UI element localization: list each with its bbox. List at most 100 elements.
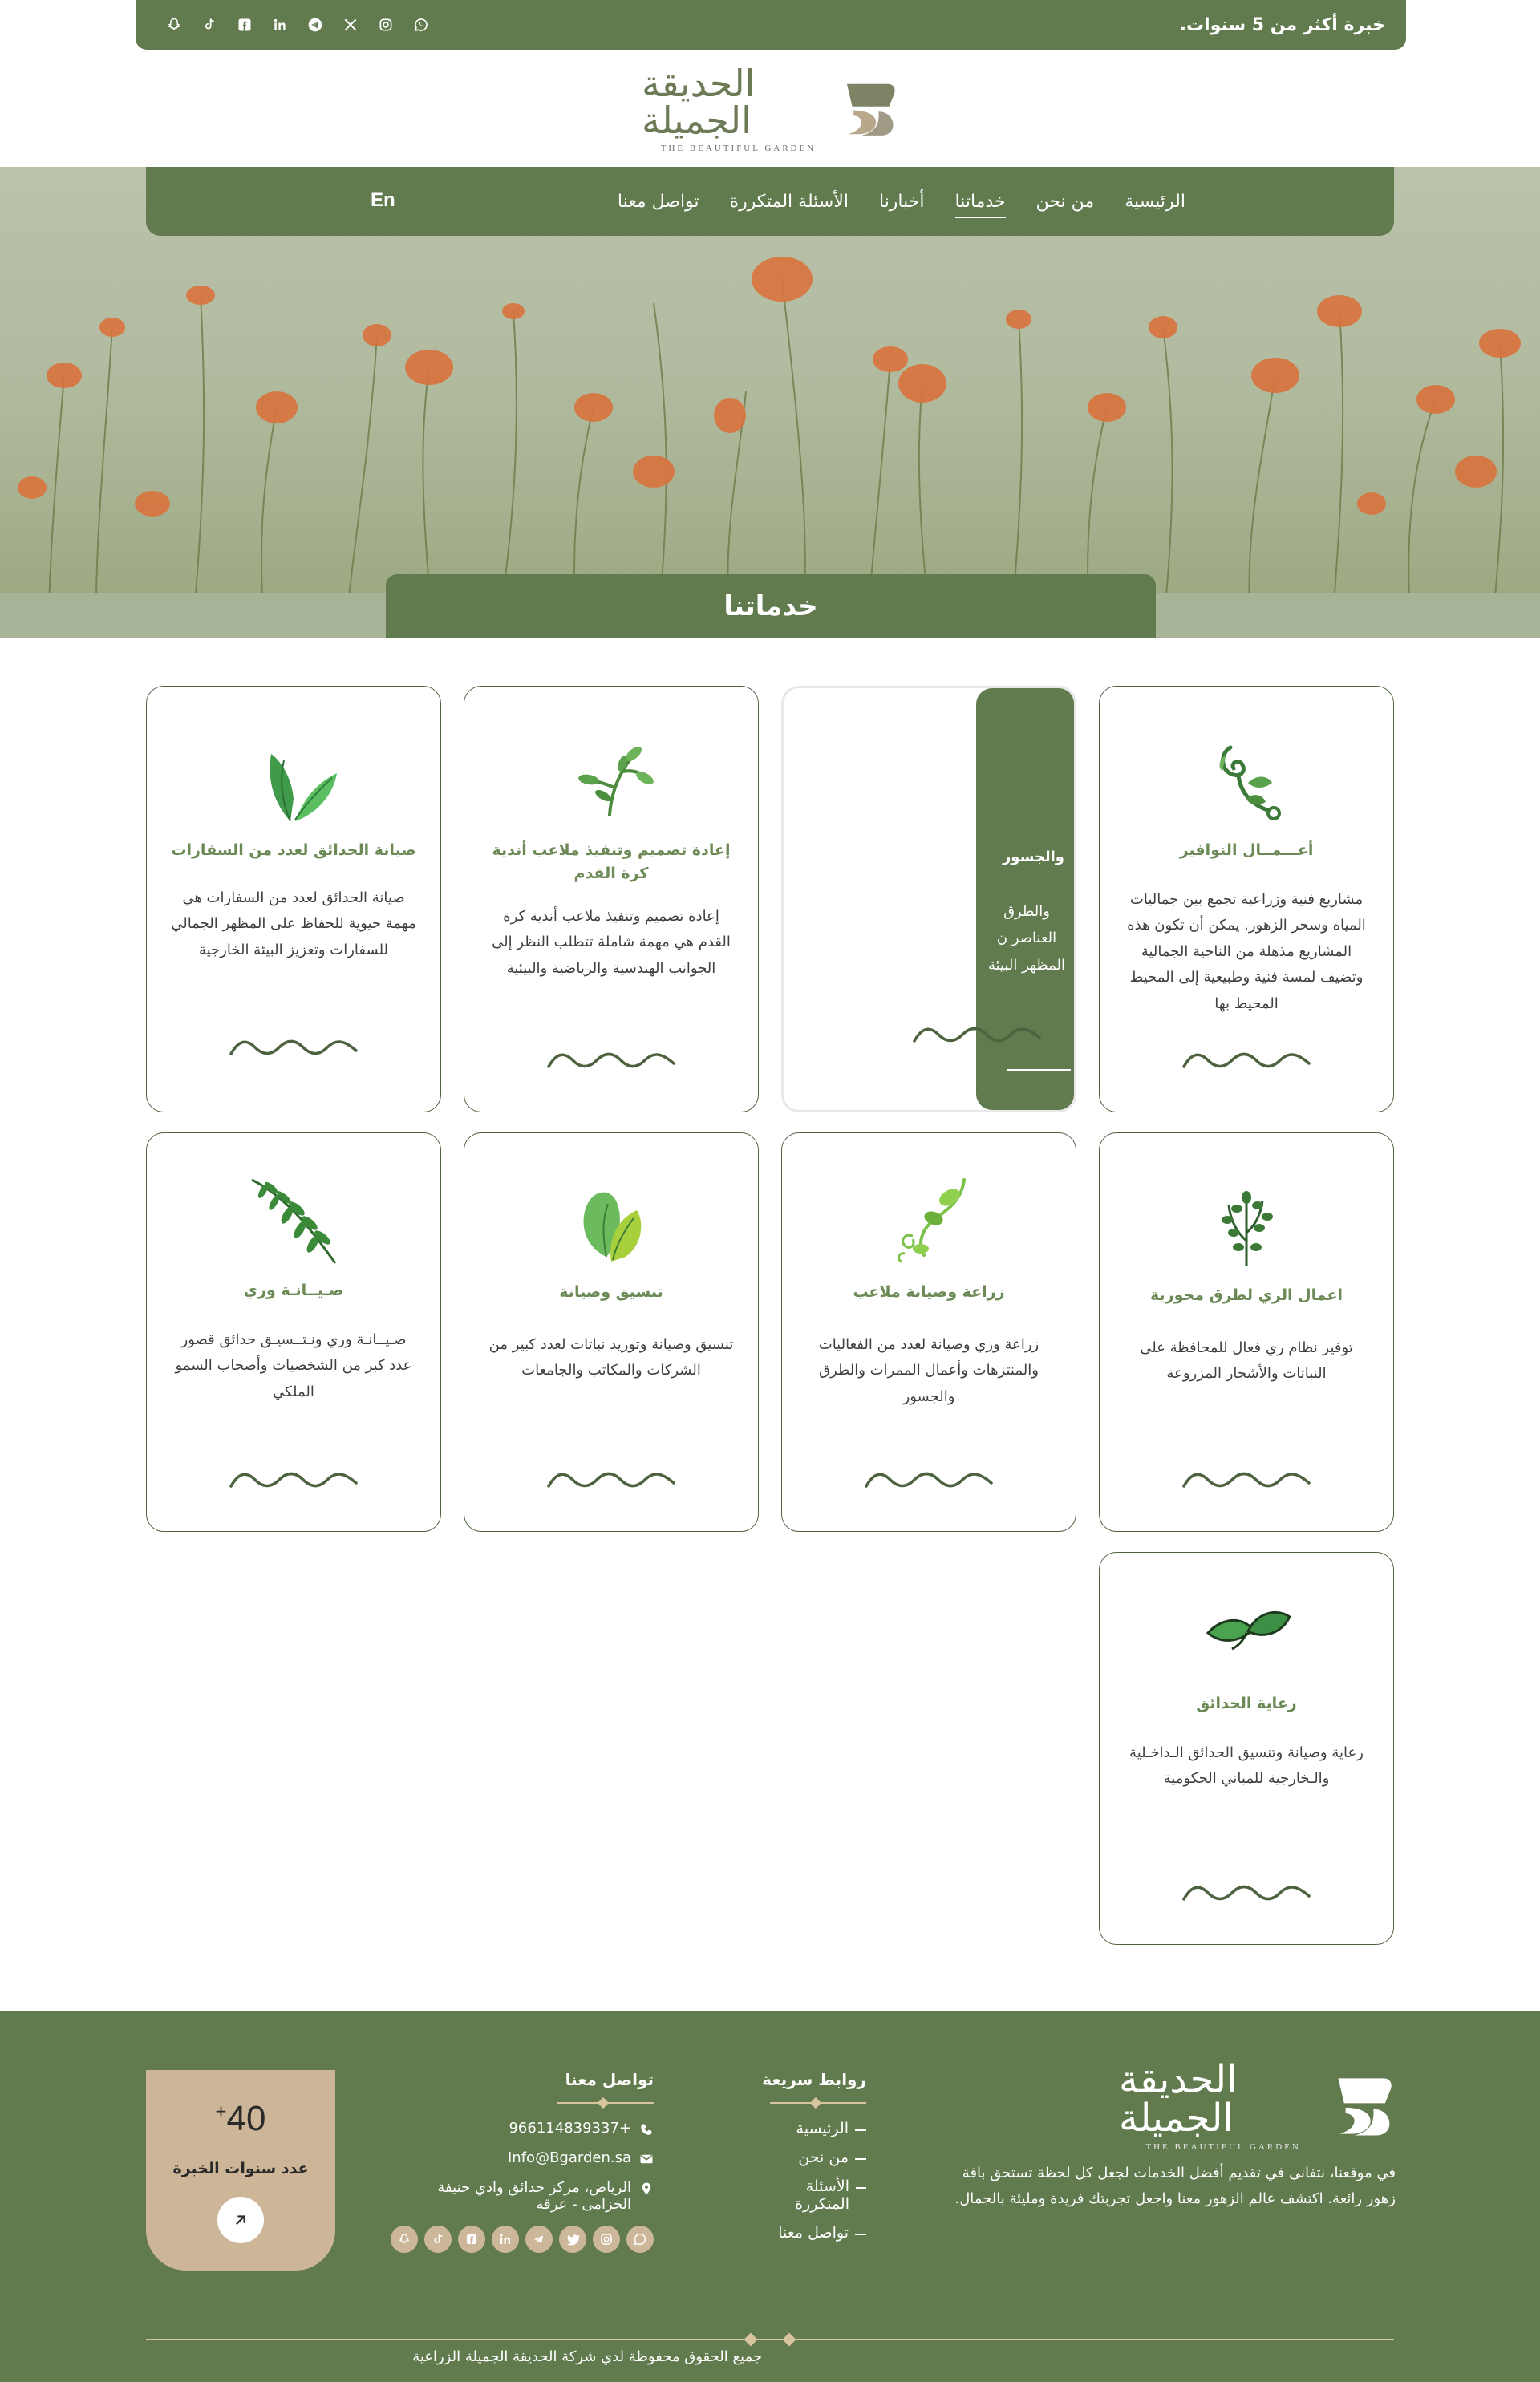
card-description: صيانة الحدائق لعدد من السفارات هي مهمة ح… xyxy=(171,889,416,958)
card-title: صيانة الحدائق لعدد من السفارات xyxy=(171,841,416,859)
instagram-icon[interactable] xyxy=(593,2226,620,2253)
card-title: إعادة تصميم وتنفيذ ملاعب أندية كرة القدم xyxy=(492,841,731,883)
service-card-palaces[interactable]: صـيــانـة وري صـيــانـة وري ونـتــسيـق ح… xyxy=(146,1132,441,1532)
footer-logo[interactable]: الحديقة الجميلة THE BEAUTIFUL GARDEN xyxy=(1119,2060,1396,2152)
banana-leaves-icon xyxy=(245,731,342,828)
nav-item-services[interactable]: خدماتنا xyxy=(954,192,1006,218)
wave-decoration-icon xyxy=(1182,1472,1311,1488)
service-card-irrigation-roads[interactable]: اعمال الري لطرق محورية توفير نظام ري فعا… xyxy=(1099,1132,1394,1532)
card-title: رعاية الحدائق xyxy=(1196,1695,1297,1712)
linkedin-icon[interactable] xyxy=(492,2226,519,2253)
telegram-icon[interactable] xyxy=(306,15,325,34)
service-card-paths-bridges[interactable]: والجسور والطرق العناصر ن المظهر البيئة xyxy=(781,686,1076,1112)
footer-quick-links: روابط سريعة الرئيسية من نحن الأسئلة المت… xyxy=(754,2070,866,2253)
fern-branch-icon xyxy=(245,1172,342,1268)
snapchat-icon[interactable] xyxy=(391,2226,418,2253)
card-title: صـيــانـة وري xyxy=(243,1282,344,1299)
top-social-icons xyxy=(164,15,431,34)
contact-divider xyxy=(557,2099,654,2107)
facebook-icon[interactable] xyxy=(458,2226,485,2253)
telegram-icon[interactable] xyxy=(525,2226,553,2253)
card-title: اعمال الري لطرق محورية xyxy=(1150,1286,1343,1304)
experience-arrow-button[interactable] xyxy=(217,2197,264,2243)
logo-english-text: THE BEAUTIFUL GARDEN xyxy=(660,144,817,153)
card-description: رعاية وصيانة وتنسيق الحدائق الـداخـلية و… xyxy=(1129,1744,1364,1788)
wave-decoration-icon xyxy=(547,1052,675,1068)
contact-phone[interactable]: 966114839337+ xyxy=(377,2120,654,2137)
footer-about-text: في موقعنا، نتفانى في تقديم أفضل الخدمات … xyxy=(954,2165,1396,2207)
card-title: تنسيق وصيانة xyxy=(559,1283,663,1301)
envelope-icon xyxy=(640,2154,653,2164)
logo-wordmark: الحديقة الجميلة THE BEAUTIFUL GARDEN xyxy=(642,65,835,153)
tiktok-icon[interactable] xyxy=(200,15,219,34)
card-description: والطرق العناصر ن المظهر البيئة xyxy=(987,903,1066,974)
contact-address: الرياض، مركز حدائق وادي حنيفة الخزامى - … xyxy=(377,2179,654,2213)
page-title: خدماتنا xyxy=(723,589,818,622)
whatsapp-icon[interactable] xyxy=(626,2226,654,2253)
footer-logo-emblem-icon xyxy=(1338,2077,1392,2136)
service-card-fields-planting[interactable]: زراعة وصيانة ملاعب زراعة وري وصيانة لعدد… xyxy=(781,1132,1076,1532)
nav-item-news[interactable]: أخبارنا xyxy=(879,192,925,212)
quick-links-title: روابط سريعة xyxy=(762,2070,866,2089)
wave-decoration-icon xyxy=(229,1472,358,1488)
nav-item-faq[interactable]: الأسئلة المتكررة xyxy=(730,192,849,212)
service-card-football-fields[interactable]: إعادة تصميم وتنفيذ ملاعب أندية كرة القدم… xyxy=(464,686,759,1112)
curly-vine-icon xyxy=(881,1173,977,1270)
footer-link-faq[interactable]: الأسئلة المتكررة xyxy=(754,2177,866,2213)
nav-item-contact[interactable]: تواصل معنا xyxy=(618,192,699,212)
card-description: صـيــانـة وري ونـتــسيـق حدائق قصور عدد … xyxy=(175,1331,412,1400)
instagram-icon[interactable] xyxy=(376,15,395,34)
nav-item-about[interactable]: من نحن xyxy=(1036,192,1095,212)
main-nav: الرئيسية من نحن خدماتنا أخبارنا الأسئلة … xyxy=(146,167,1394,236)
service-card-landscaping[interactable]: تنسيق وصيانة تنسيق وصيانة وتوريد نباتات … xyxy=(464,1132,759,1532)
card-underline xyxy=(1007,1069,1071,1071)
contact-email[interactable]: Info@Bgarden.sa xyxy=(377,2149,654,2166)
wave-decoration-icon xyxy=(1182,1885,1311,1901)
x-icon[interactable] xyxy=(341,15,360,34)
footer-contact: تواصل معنا 966114839337+ Info@Bgarden.sa… xyxy=(377,2070,654,2253)
service-card-garden-care[interactable]: رعاية الحدائق رعاية وصيانة وتنسيق الحدائ… xyxy=(1099,1552,1394,1945)
snapchat-icon[interactable] xyxy=(164,15,184,34)
footer-logo-english: THE BEAUTIFUL GARDEN xyxy=(1145,2141,1301,2152)
twitter-icon[interactable] xyxy=(559,2226,586,2253)
card-description: مشاريع فنية وزراعية تجمع بين جماليات الم… xyxy=(1127,891,1366,1012)
experience-label: عدد سنوات الخبرة xyxy=(172,2160,309,2177)
phone-icon xyxy=(641,2124,652,2135)
card-title: زراعة وصيانة ملاعب xyxy=(853,1283,1005,1301)
footer-logo-wordmark: الحديقة الجميلة THE BEAUTIFUL GARDEN xyxy=(1119,2060,1327,2152)
whatsapp-icon[interactable] xyxy=(411,15,431,34)
footer-bottom-line xyxy=(146,2339,1394,2340)
tiktok-icon[interactable] xyxy=(424,2226,452,2253)
wave-decoration-icon xyxy=(547,1472,675,1488)
card-description: توفير نظام ري فعال للمحافظة على النباتات… xyxy=(1140,1339,1353,1383)
service-card-embassies[interactable]: صيانة الحدائق لعدد من السفارات صيانة الح… xyxy=(146,686,441,1112)
footer-link-home[interactable]: الرئيسية xyxy=(754,2120,866,2137)
linkedin-icon[interactable] xyxy=(270,15,290,34)
card-title: أعـــمــال النوافير xyxy=(1179,841,1314,859)
footer-link-about[interactable]: من نحن xyxy=(754,2149,866,2166)
facebook-icon[interactable] xyxy=(235,15,254,34)
branch-leaves-icon xyxy=(563,731,659,828)
site-logo[interactable]: الحديقة الجميلة THE BEAUTIFUL GARDEN xyxy=(642,65,898,153)
top-bar: خبرة أكثر من 5 سنوات. xyxy=(136,0,1406,50)
two-leaves-icon xyxy=(563,1173,659,1270)
logo-emblem-icon xyxy=(846,83,895,136)
card-description: تنسيق وصيانة وتوريد نباتات لعدد كبير من … xyxy=(488,1336,734,1379)
language-switch[interactable]: En xyxy=(371,189,395,212)
wave-decoration-icon xyxy=(1182,1052,1311,1068)
footer-link-contact[interactable]: تواصل معنا xyxy=(754,2224,866,2242)
page-title-tab: خدماتنا xyxy=(386,574,1156,638)
vine-sprout-icon xyxy=(1198,731,1295,828)
service-card-fountains[interactable]: أعـــمــال النوافير مشاريع فنية وزراعية … xyxy=(1099,686,1394,1112)
wave-decoration-icon xyxy=(865,1472,993,1488)
hero-banner xyxy=(0,167,1540,638)
card-description: زراعة وري وصيانة لعدد من الفعاليات والمن… xyxy=(818,1336,1040,1405)
wave-decoration-icon xyxy=(229,1039,358,1055)
leaf-pair-icon xyxy=(1198,1585,1295,1681)
experience-text: خبرة أكثر من 5 سنوات. xyxy=(1179,14,1385,35)
location-pin-icon xyxy=(642,2182,651,2195)
arrow-up-right-icon xyxy=(236,2215,245,2225)
contact-title: تواصل معنا xyxy=(565,2070,654,2089)
herb-plant-icon xyxy=(1198,1177,1295,1273)
nav-item-home[interactable]: الرئيسية xyxy=(1125,192,1185,212)
